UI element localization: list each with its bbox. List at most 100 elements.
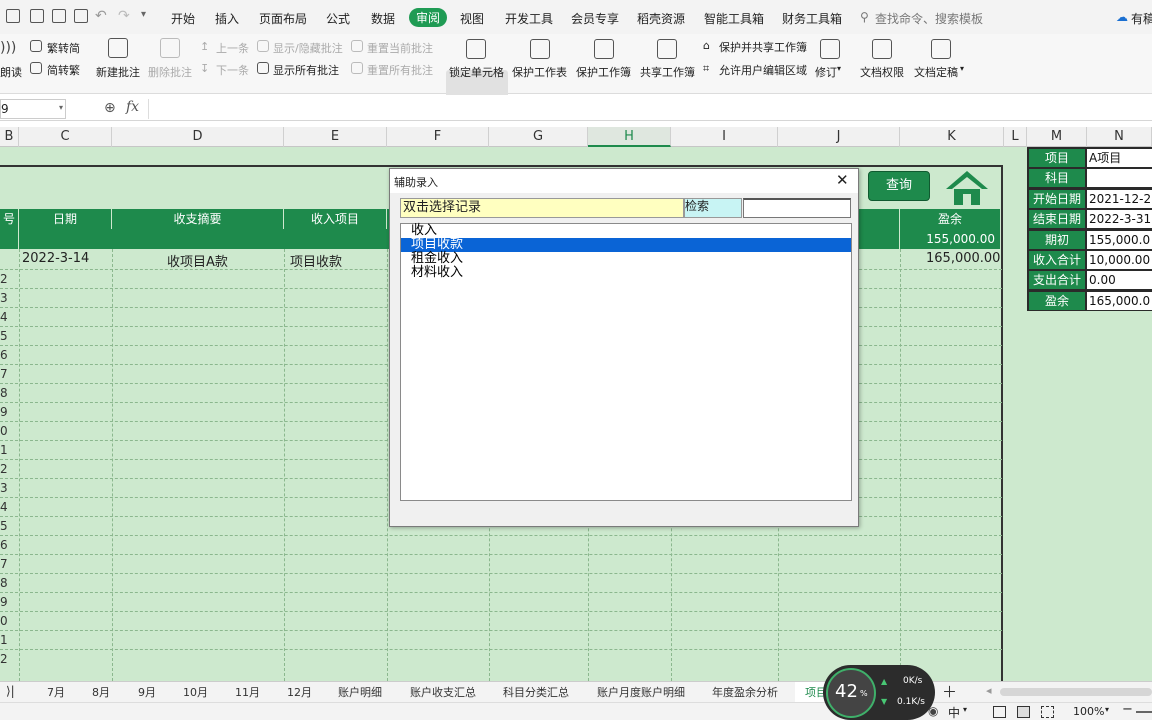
summary-value[interactable]: 10,000.00 [1087, 251, 1152, 269]
formula-input[interactable] [148, 99, 1152, 119]
col-header-f[interactable]: F [387, 127, 489, 147]
menu-item-developer[interactable]: 开发工具 [505, 10, 553, 27]
fx-icon[interactable]: fx [126, 99, 139, 115]
name-box-dropdown-icon[interactable]: ▾ [59, 103, 63, 112]
reset-current-comment-button[interactable]: 重置当前批注 [367, 40, 433, 56]
col-header-k[interactable]: K [900, 127, 1004, 147]
row1-income-item[interactable]: 项目收款 [290, 251, 342, 270]
col-header-d[interactable]: D [112, 127, 284, 147]
summary-value[interactable] [1087, 169, 1152, 188]
prev-comment-button[interactable]: 上一条 [216, 40, 249, 56]
menu-item-view[interactable]: 视图 [460, 10, 484, 27]
col-header-g[interactable]: G [489, 127, 588, 147]
show-hide-comment-button[interactable]: 显示/隐藏批注 [273, 40, 343, 56]
option-income[interactable]: 收入 [411, 224, 437, 238]
close-icon[interactable]: ✕ [836, 171, 849, 189]
trad2simp-button[interactable]: 繁转简 [47, 40, 80, 56]
tab-dec[interactable]: 12月 [287, 684, 312, 700]
col-header-b[interactable]: B [0, 127, 19, 147]
option-rent-income[interactable]: 租金收入 [411, 252, 463, 266]
next-comment-button[interactable]: 下一条 [216, 62, 249, 78]
protect-book-button[interactable]: 保护工作簿 [576, 64, 631, 80]
menu-item-page-layout[interactable]: 页面布局 [259, 10, 307, 27]
export-icon[interactable] [30, 9, 44, 23]
tab-account-summary[interactable]: 账户收支汇总 [410, 684, 476, 700]
zoom-out-icon[interactable]: − [1122, 702, 1133, 717]
reset-all-comments-button[interactable]: 重置所有批注 [367, 62, 433, 78]
row-number[interactable]: 6 [0, 538, 10, 552]
row-number[interactable]: 9 [0, 595, 10, 609]
save-icon[interactable] [6, 9, 20, 23]
zoom-slider[interactable] [1136, 711, 1152, 713]
row-number[interactable]: 5 [0, 519, 10, 533]
col-header-e[interactable]: E [284, 127, 387, 147]
row-number[interactable]: 7 [0, 557, 10, 571]
summary-value[interactable]: 0.00 [1087, 271, 1152, 290]
row-number[interactable]: 1 [0, 443, 10, 457]
search-input[interactable] [743, 198, 851, 218]
new-comment-button[interactable]: 新建批注 [96, 64, 140, 80]
user-cloud-icon[interactable]: ☁ [1116, 10, 1128, 24]
redo-icon[interactable]: ↷ [118, 8, 130, 24]
page-view-icon[interactable] [1017, 706, 1030, 718]
network-speed-widget[interactable]: 42 % ▲ 0K/s ▼ 0.1K/s [823, 665, 935, 720]
col-header-n[interactable]: N [1087, 127, 1152, 147]
protect-sheet-button[interactable]: 保护工作表 [512, 64, 567, 80]
normal-view-icon[interactable] [993, 706, 1006, 718]
row1-date[interactable]: 2022-3-14 [22, 251, 89, 266]
delete-comment-button[interactable]: 删除批注 [148, 64, 192, 80]
tab-nov[interactable]: 11月 [235, 684, 260, 700]
col-header-m[interactable]: M [1027, 127, 1087, 147]
row-number[interactable]: 6 [0, 348, 10, 362]
doc-final-button[interactable]: 文档定稿 [914, 64, 958, 80]
revise-dropdown-icon[interactable]: ▾ [837, 64, 841, 73]
menu-item-review[interactable]: 审阅 [409, 8, 448, 27]
print-icon[interactable] [52, 9, 66, 23]
menu-item-start[interactable]: 开始 [171, 10, 195, 27]
simp2trad-button[interactable]: 简转繁 [47, 62, 80, 78]
row-number[interactable]: 2 [0, 462, 10, 476]
input-method[interactable]: 中 [948, 704, 960, 721]
row-number[interactable]: 8 [0, 386, 10, 400]
undo-icon[interactable]: ↶ [95, 8, 107, 24]
menu-item-data[interactable]: 数据 [371, 10, 395, 27]
menu-item-insert[interactable]: 插入 [215, 10, 239, 27]
add-sheet-icon[interactable]: ＋ [942, 681, 957, 702]
revise-button[interactable]: 修订 [815, 64, 837, 80]
home-icon[interactable] [944, 169, 990, 207]
read-aloud-button[interactable]: 朗读 [0, 64, 22, 80]
query-button[interactable]: 查询 [868, 171, 930, 201]
lock-cell-button[interactable]: 锁定单元格 [449, 64, 504, 80]
menu-item-finance-tools[interactable]: 财务工具箱 [782, 10, 842, 27]
allow-edit-button[interactable]: 允许用户编辑区域 [719, 62, 807, 78]
tab-jul[interactable]: 7月 [47, 684, 65, 700]
col-header-i[interactable]: I [671, 127, 778, 147]
menu-item-member[interactable]: 会员专享 [571, 10, 619, 27]
hscroll-left-icon[interactable]: ◂ [986, 684, 992, 697]
row-number[interactable]: 2 [0, 272, 10, 286]
zoom-dropdown-icon[interactable]: ▾ [1105, 705, 1109, 714]
row1-summary[interactable]: 收项目A款 [167, 251, 228, 270]
row-number[interactable]: 2 [0, 652, 10, 666]
row-number[interactable]: 1 [0, 633, 10, 647]
read-aloud-icon[interactable]: ))) [0, 40, 16, 56]
col-header-j[interactable]: J [778, 127, 900, 147]
menu-item-docer[interactable]: 稻壳资源 [637, 10, 685, 27]
menu-item-formula[interactable]: 公式 [326, 10, 350, 27]
row-number[interactable]: 9 [0, 405, 10, 419]
summary-value[interactable]: 2021-12-2 [1087, 189, 1152, 208]
summary-value[interactable]: 2022-3-31 [1087, 210, 1152, 229]
row-number[interactable]: 3 [0, 291, 10, 305]
row-number[interactable]: 8 [0, 576, 10, 590]
input-method-dropdown-icon[interactable]: ▾ [963, 705, 967, 714]
row-number[interactable]: 0 [0, 424, 10, 438]
row-number[interactable]: 3 [0, 481, 10, 495]
row-number[interactable]: 0 [0, 614, 10, 628]
tab-category-summary[interactable]: 科目分类汇总 [503, 684, 569, 700]
row-number[interactable]: 7 [0, 367, 10, 381]
doc-permission-button[interactable]: 文档权限 [860, 64, 904, 80]
horizontal-scrollbar[interactable] [1000, 688, 1152, 696]
preview-icon[interactable] [74, 9, 88, 23]
options-listbox[interactable]: 收入 项目收款 租金收入 材料收入 [400, 223, 852, 501]
tab-sep[interactable]: 9月 [138, 684, 156, 700]
